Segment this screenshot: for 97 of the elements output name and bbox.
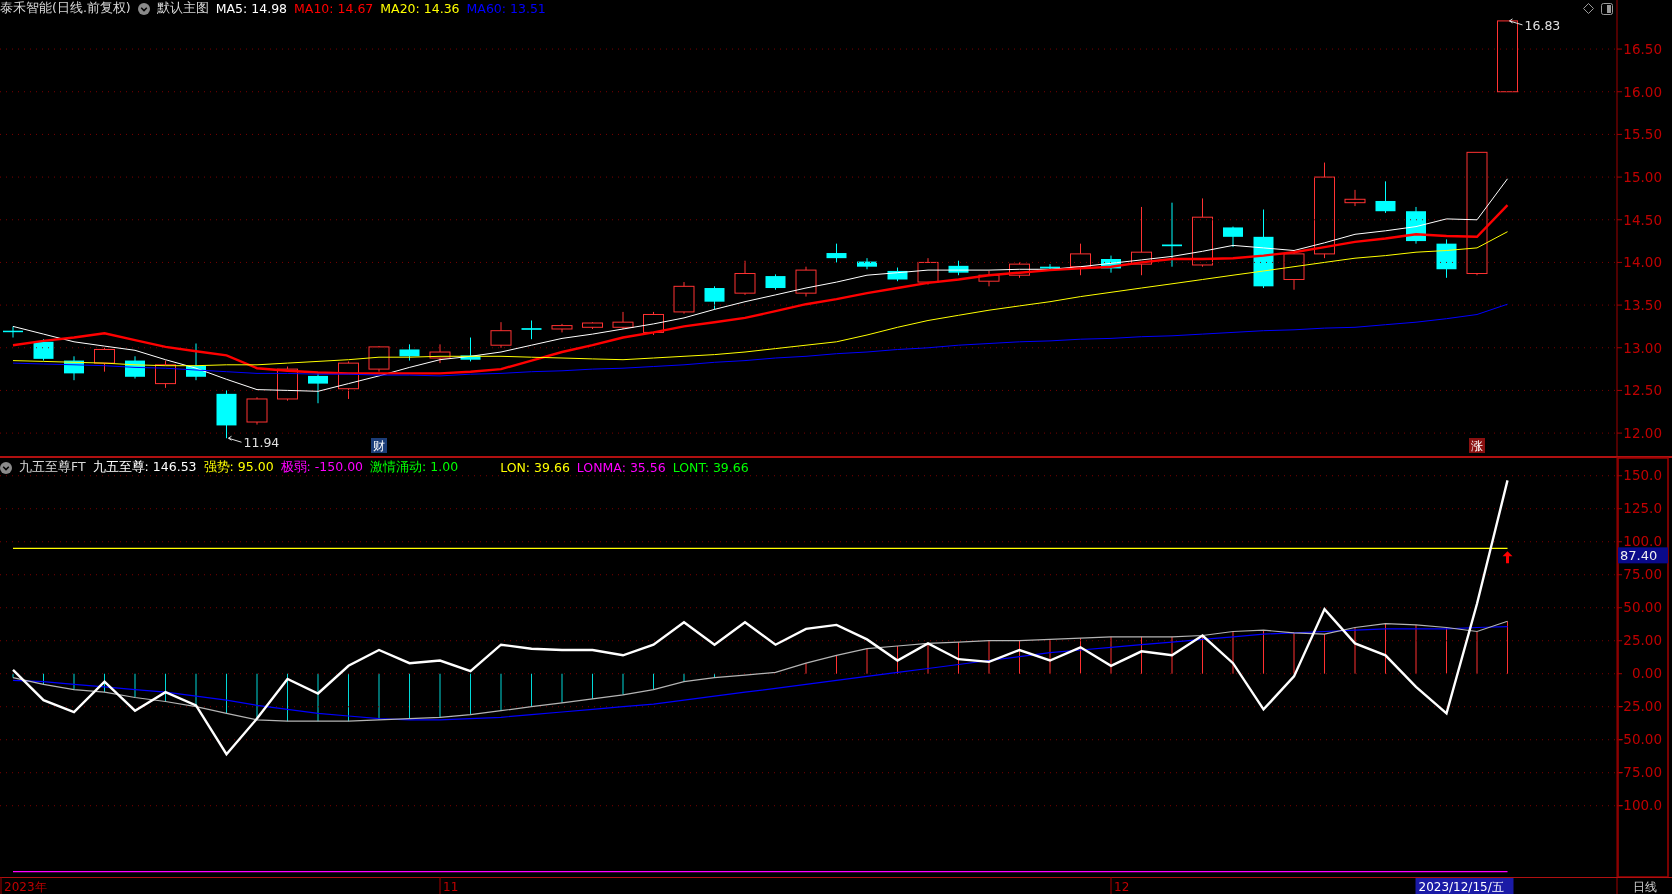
candlestick [94,347,115,373]
axis-label: 15.00 [1623,169,1662,186]
candlestick [551,323,573,333]
candlestick [857,257,877,270]
candlestick [1375,180,1396,214]
axis-label: -25.00 [1618,697,1662,714]
axis-label: 13.50 [1623,297,1662,314]
axis-label: 14.50 [1623,211,1662,228]
candlestick [1192,197,1213,268]
leader-line [228,435,242,443]
axis-label: 75.00 [1623,565,1662,582]
axis-label: 25.00 [1623,631,1662,648]
legend-item: MA60: 13.51 [466,1,546,16]
candlestick [917,257,939,286]
axis-label: 0.00 [1631,664,1662,681]
candlestick [368,345,390,373]
legend-item: 激情涌动: 1.00 [370,459,459,476]
axis-label: 125.0 [1623,499,1662,516]
period-label[interactable]: 日线 [1632,880,1657,894]
leader-line [1509,18,1523,26]
candlestick [978,270,1000,287]
candlestick [490,321,512,349]
candlestick [3,325,23,338]
candlestick [795,266,817,298]
axis-label: 150.0 [1623,466,1662,483]
candlestick [246,396,268,426]
stock-title: 泰禾智能(日线.前复权) [0,0,131,17]
panel-toggle-icon[interactable] [1601,2,1613,15]
candlestick [216,389,237,439]
candlestick [1162,202,1182,268]
diamond-icon[interactable] [1583,3,1594,14]
candlestick [1070,243,1091,276]
legend-item: LON: 39.66 [500,460,570,475]
candlestick [277,366,298,402]
candlestick [1040,263,1060,272]
dropdown-icon[interactable] [137,2,150,15]
axis-label: 14.00 [1623,254,1662,271]
candlestick [612,311,634,330]
axis-label: 50.00 [1623,598,1662,615]
candlestick [33,338,54,362]
legend-item: MA20: 14.36 [380,1,460,16]
price-label: 16.83 [1524,17,1561,33]
axis-label: 13.00 [1623,339,1662,356]
date-label: 11 [443,880,459,894]
candlestick [155,360,176,389]
candlestick [1101,255,1121,274]
candlestick [1223,226,1243,248]
axis-label: 15.50 [1623,126,1662,143]
candlestick [887,267,908,282]
axis-label: -50.00 [1618,730,1662,747]
candlestick [1131,206,1152,276]
candlestick [429,343,451,364]
cursor-date-label: 2023/12/15/五 [1415,878,1514,894]
template-name[interactable]: 默认主图 [156,0,209,17]
indicator-title[interactable]: 九五至尊FT [19,459,86,476]
value-label: 87.40 [1618,547,1668,564]
candlestick [734,260,756,296]
date-label: 12 [1114,880,1130,894]
legend-item: LONMA: 35.56 [576,460,666,475]
candlestick [399,343,420,362]
candlestick [460,337,481,362]
axis-label: 100.0 [1623,532,1662,549]
candlestick [1344,189,1366,207]
event-badge[interactable]: 财 [371,438,387,453]
candlestick [1283,251,1305,291]
candlestick [826,243,847,263]
dropdown-icon[interactable] [0,461,12,474]
date-label: 2023年 [4,880,47,894]
candlestick [1009,261,1030,279]
axis-label: -100.0 [1618,796,1662,813]
axis-label: 12.00 [1623,425,1662,442]
candlestick [643,311,664,336]
up-arrow-icon [1502,551,1513,564]
candlestick [673,281,695,315]
axis-label: 16.50 [1623,41,1662,58]
price-label: 11.94 [243,435,280,451]
legend-item: 强势: 95.00 [203,459,274,476]
legend-item: MA10: 14.67 [294,1,374,16]
legend-item: MA5: 14.98 [215,1,288,16]
legend-item: LONT: 39.66 [672,460,749,475]
candlestick [765,273,786,291]
candlestick [64,355,84,381]
candlestick [948,260,969,276]
axis-label: 12.50 [1623,382,1662,399]
candlestick [308,372,328,404]
event-badge[interactable]: 涨 [1469,438,1485,453]
candlestick [125,355,145,379]
legend-item: 九五至尊: 146.53 [92,459,197,476]
candlestick [338,360,359,400]
candlestick [186,343,206,381]
candlestick [582,321,603,330]
axis-label: 16.00 [1623,83,1662,100]
candlestick [1436,238,1457,279]
axis-label: -75.00 [1618,763,1662,780]
legend-item: 极弱: -150.00 [280,459,364,476]
candlestick [521,319,542,340]
candlestick [704,285,725,310]
